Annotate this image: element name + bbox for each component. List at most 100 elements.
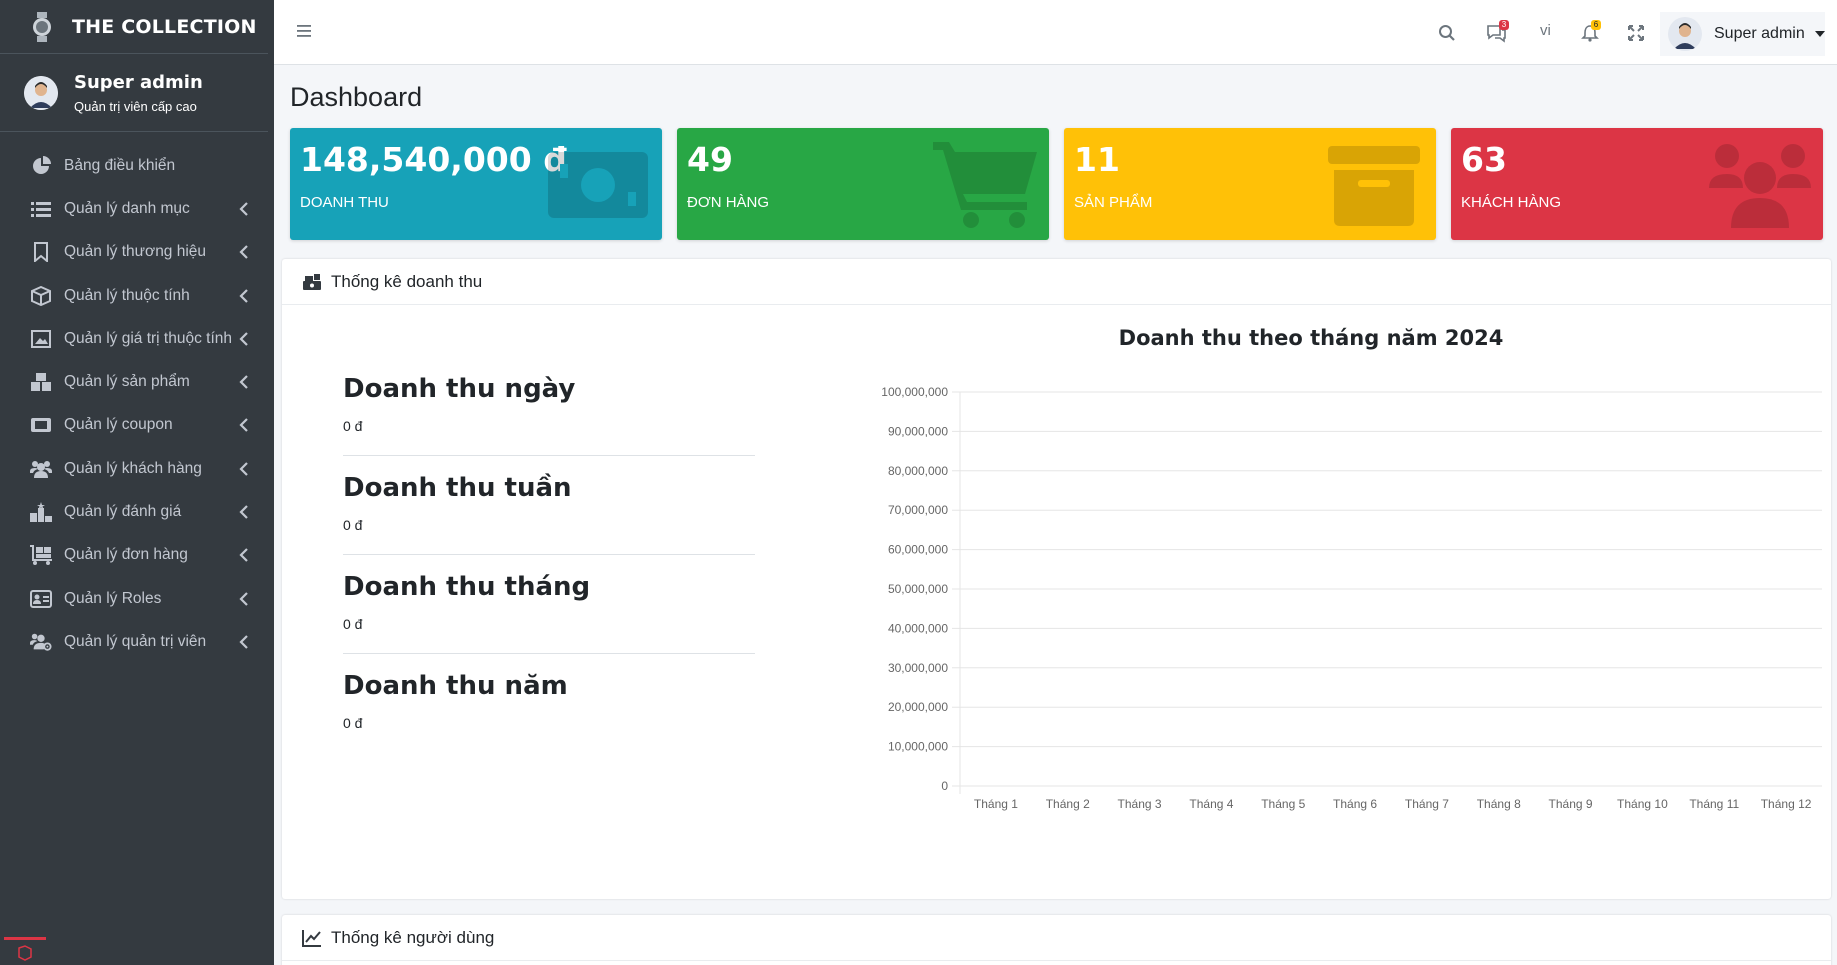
sidebar-item-label: Quản lý Roles xyxy=(64,589,162,607)
chevron-left-icon[interactable] xyxy=(238,591,250,606)
sidebar: THE COLLECTION Super admin Quản trị viên… xyxy=(0,0,274,965)
divider xyxy=(343,554,755,555)
revenue-value: 0 đ xyxy=(343,517,363,533)
sidebar-item-quan-ly-roles[interactable]: Quản lý Roles xyxy=(0,577,274,620)
card-title: Thống kê doanh thu xyxy=(331,271,483,291)
revenue-heading: Doanh thu năm xyxy=(343,671,568,701)
sidebar-item-quan-ly-don-hang[interactable]: Quản lý đơn hàng xyxy=(0,534,274,577)
dolly-icon xyxy=(30,544,52,566)
x-tick-label: Tháng 10 xyxy=(1617,797,1668,811)
revenue-heading: Doanh thu tuần xyxy=(343,473,572,503)
chevron-left-icon[interactable] xyxy=(238,288,250,303)
laravel-icon xyxy=(4,937,46,965)
money-bill-icon xyxy=(548,152,648,218)
stat-value: 11 xyxy=(1074,140,1120,179)
sidebar-item-label: Quản lý sản phẩm xyxy=(64,373,190,391)
messages-icon[interactable]: 3 xyxy=(1485,20,1509,44)
cash-register-icon xyxy=(303,273,321,290)
stat-box-orders[interactable]: 49 ĐƠN HÀNG xyxy=(677,128,1049,240)
chevron-left-icon[interactable] xyxy=(238,202,250,216)
y-tick-label: 40,000,000 xyxy=(888,621,948,635)
stat-label: SẢN PHẨM xyxy=(1074,194,1153,211)
y-tick-label: 10,000,000 xyxy=(888,740,948,754)
avatar xyxy=(1668,17,1702,51)
id-card-icon xyxy=(30,588,52,610)
search-icon[interactable] xyxy=(1436,22,1458,44)
revenue-heading: Doanh thu ngày xyxy=(343,374,576,404)
line-chart-icon xyxy=(302,929,321,947)
stat-box-products[interactable]: 11 SẢN PHẨM xyxy=(1064,128,1436,240)
user-menu-dropdown[interactable]: Super admin xyxy=(1660,12,1825,56)
bell-icon[interactable]: 6 xyxy=(1579,20,1601,44)
x-tick-label: Tháng 12 xyxy=(1761,797,1812,811)
revenue-year: Doanh thu năm 0 đ xyxy=(343,671,755,731)
sidebar-user-name: Super admin xyxy=(74,71,203,93)
fullscreen-icon[interactable] xyxy=(1625,22,1647,44)
sidebar-item-quan-ly-danh-gia[interactable]: Quản lý đánh giá xyxy=(0,490,274,533)
chevron-left-icon[interactable] xyxy=(238,505,250,519)
sidebar-item-quan-ly-danh-muc[interactable]: Quản lý danh mục xyxy=(0,187,274,230)
x-tick-label: Tháng 5 xyxy=(1261,797,1305,811)
stat-value: 148,540,000 đ xyxy=(300,140,567,179)
chevron-left-icon[interactable] xyxy=(238,418,250,433)
chart-title: Doanh thu theo tháng năm 2024 xyxy=(1118,326,1504,350)
cube-icon xyxy=(30,285,52,307)
sidebar-item-quan-ly-gia-tri-thuoc-tinh[interactable]: Quản lý giá trị thuộc tính xyxy=(0,317,274,360)
y-tick-label: 0 xyxy=(941,779,948,793)
chevron-left-icon[interactable] xyxy=(238,245,250,260)
sidebar-item-quan-ly-khach-hang[interactable]: Quản lý khách hàng xyxy=(0,447,274,490)
revenue-month: Doanh thu tháng 0 đ xyxy=(343,572,755,632)
users-icon xyxy=(1709,144,1811,228)
sidebar-item-bang-dieu-khien[interactable]: Bảng điều khiển xyxy=(0,144,274,187)
sidebar-item-label: Quản lý danh mục xyxy=(64,199,190,217)
ranking-icon xyxy=(30,501,52,523)
sidebar-nav: Bảng điều khiển Quản lý danh mục Quản lý t… xyxy=(0,144,274,664)
brand[interactable]: THE COLLECTION xyxy=(0,0,268,54)
stat-label: DOANH THU xyxy=(300,194,389,211)
sidebar-item-label: Bảng điều khiển xyxy=(64,156,176,174)
sidebar-item-quan-ly-coupon[interactable]: Quản lý coupon xyxy=(0,404,274,447)
stat-box-revenue[interactable]: 148,540,000 đ DOANH THU xyxy=(290,128,662,240)
y-tick-label: 90,000,000 xyxy=(888,424,948,438)
top-navbar: 3 vi 6 Super admin xyxy=(274,0,1837,65)
x-tick-label: Tháng 8 xyxy=(1477,797,1521,811)
chevron-left-icon[interactable] xyxy=(238,375,250,389)
sidebar-item-quan-ly-san-pham[interactable]: Quản lý sản phẩm xyxy=(0,360,274,403)
card-header: Thống kê người dùng xyxy=(282,915,1831,961)
x-tick-label: Tháng 7 xyxy=(1405,797,1449,811)
stat-label: KHÁCH HÀNG xyxy=(1461,194,1562,211)
chevron-left-icon[interactable] xyxy=(238,548,250,563)
divider xyxy=(343,653,755,654)
chevron-left-icon[interactable] xyxy=(238,635,250,649)
x-tick-label: Tháng 11 xyxy=(1689,797,1739,811)
sidebar-item-label: Quản lý coupon xyxy=(64,416,173,434)
language-selector[interactable]: vi xyxy=(1540,22,1551,39)
shopping-cart-icon xyxy=(933,142,1037,228)
notifications-badge: 6 xyxy=(1591,20,1601,30)
sidebar-item-quan-ly-thuong-hieu[interactable]: Quản lý thương hiệu xyxy=(0,231,274,274)
chevron-left-icon[interactable] xyxy=(238,461,250,476)
user-panel[interactable]: Super admin Quản trị viên cấp cao xyxy=(0,54,268,132)
revenue-value: 0 đ xyxy=(343,715,363,731)
hamburger-menu-icon[interactable] xyxy=(296,22,314,40)
sidebar-item-label: Quản lý đánh giá xyxy=(64,503,182,521)
sidebar-item-label: Quản lý giá trị thuộc tính xyxy=(64,329,233,347)
sidebar-item-label: Quản lý quản trị viên xyxy=(64,632,207,650)
archive-icon xyxy=(1328,146,1420,226)
stat-box-customers[interactable]: 63 KHÁCH HÀNG xyxy=(1451,128,1823,240)
divider xyxy=(343,455,755,456)
x-tick-label: Tháng 9 xyxy=(1549,797,1593,811)
sidebar-item-quan-ly-quan-tri-vien[interactable]: Quản lý quản trị viên xyxy=(0,620,274,663)
boxes-icon xyxy=(30,371,52,393)
y-tick-label: 20,000,000 xyxy=(888,700,948,714)
y-tick-label: 100,000,000 xyxy=(881,385,948,399)
pie-chart-icon xyxy=(30,155,52,177)
x-tick-label: Tháng 2 xyxy=(1046,797,1090,811)
y-tick-label: 60,000,000 xyxy=(888,543,948,557)
chevron-left-icon[interactable] xyxy=(238,332,250,346)
brand-text: THE COLLECTION xyxy=(72,15,257,38)
x-tick-label: Tháng 3 xyxy=(1118,797,1162,811)
sidebar-item-quan-ly-thuoc-tinh[interactable]: Quản lý thuộc tính xyxy=(0,274,274,317)
revenue-week: Doanh thu tuần 0 đ xyxy=(343,473,755,533)
sidebar-user-role: Quản trị viên cấp cao xyxy=(74,98,197,114)
